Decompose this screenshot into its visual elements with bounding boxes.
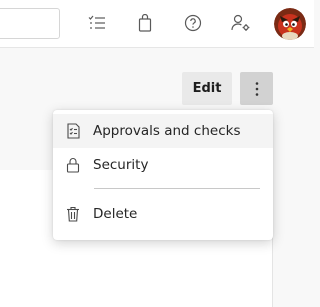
checklist-icon (65, 122, 81, 140)
menu-divider (94, 188, 260, 189)
menu-item-delete[interactable]: Delete (53, 197, 273, 231)
avatar[interactable] (274, 8, 306, 40)
shopping-bag-icon[interactable] (134, 12, 156, 34)
more-actions-button[interactable] (240, 72, 273, 105)
user-settings-icon[interactable] (230, 12, 252, 34)
top-header (0, 0, 314, 48)
menu-item-security[interactable]: Security (53, 148, 273, 182)
trash-icon (65, 205, 81, 223)
page: Edit Approvals and checks Security Delet… (0, 0, 314, 307)
menu-item-label: Approvals and checks (93, 123, 241, 139)
menu-item-label: Delete (93, 206, 138, 222)
more-vertical-icon (255, 81, 258, 96)
menu-item-label: Security (93, 157, 149, 173)
search-input[interactable] (0, 8, 60, 39)
help-icon[interactable] (182, 12, 204, 34)
task-list-icon[interactable] (86, 12, 108, 34)
more-actions-menu: Approvals and checks Security Delete (53, 110, 273, 240)
menu-item-approvals-and-checks[interactable]: Approvals and checks (53, 114, 273, 148)
edit-button[interactable]: Edit (182, 72, 232, 105)
lock-icon (65, 156, 81, 174)
